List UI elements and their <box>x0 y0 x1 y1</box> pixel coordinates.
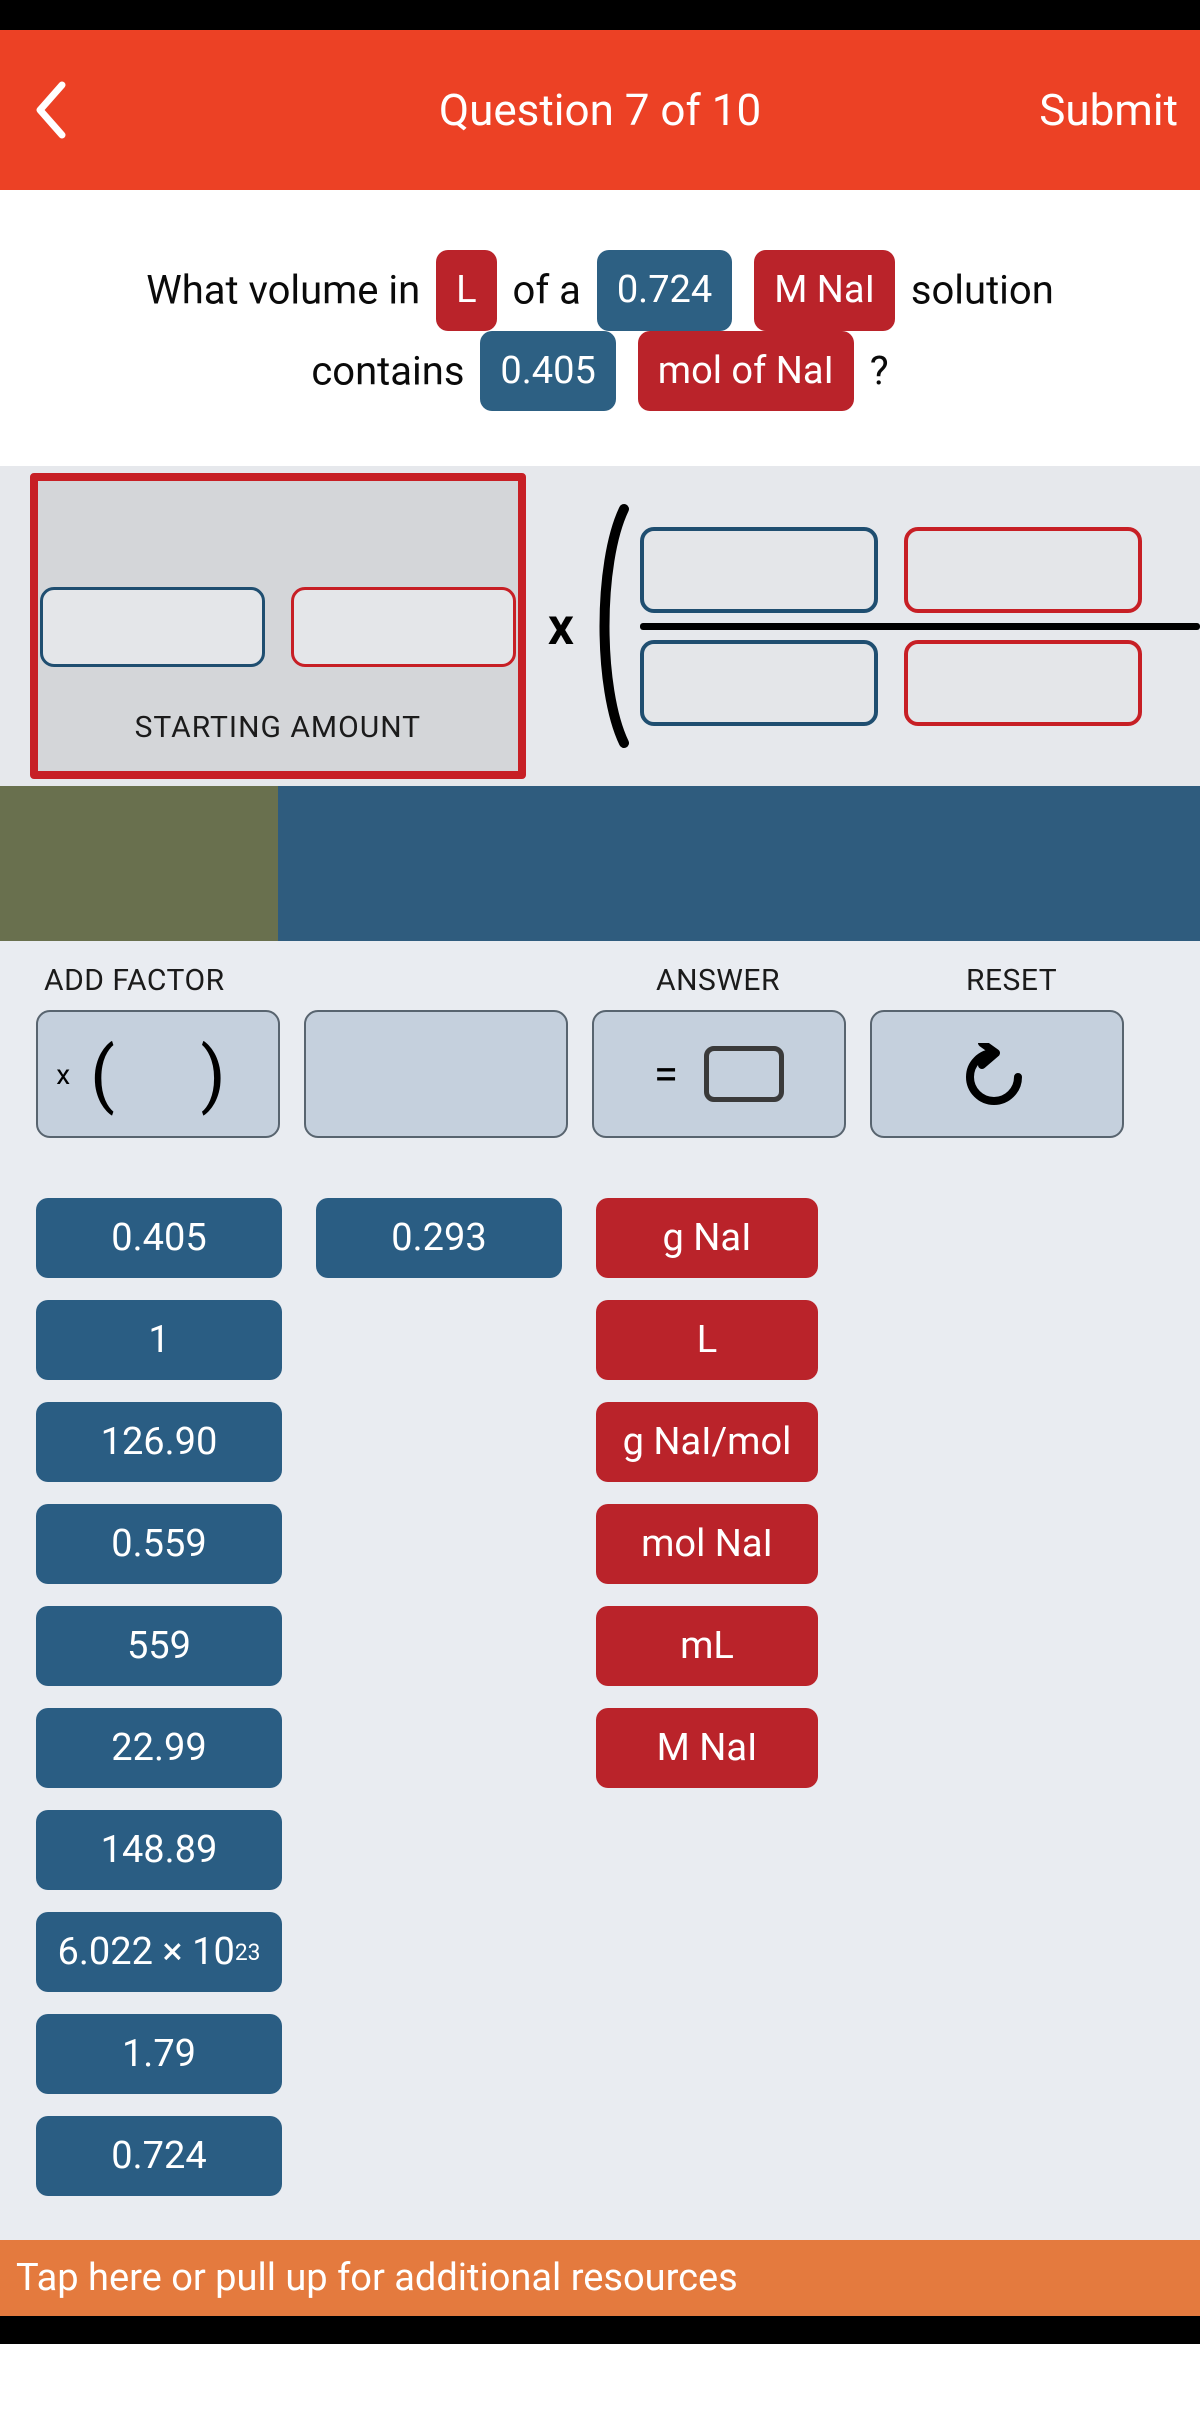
unit-choice-mL[interactable]: mL <box>596 1606 818 1686</box>
app-header: Question 7 of 10 Submit <box>0 30 1200 190</box>
factor-top-unit-slot[interactable] <box>904 527 1142 613</box>
starting-amount-card[interactable]: STARTING AMOUNT <box>30 473 526 779</box>
open-paren-icon <box>594 503 630 749</box>
value-choice-1-79[interactable]: 1.79 <box>36 2014 282 2094</box>
times-symbol: x <box>548 596 574 657</box>
reset-button[interactable] <box>870 1010 1124 1138</box>
tool-labels: ADD FACTOR ANSWER RESET <box>36 963 1164 998</box>
value-choice-6-022-10-23[interactable]: 6.022 × 1023 <box>36 1912 282 1992</box>
unit-choice-mol-NaI[interactable]: mol NaI <box>596 1504 818 1584</box>
factor-preview-box[interactable] <box>304 1010 568 1138</box>
unit-choice-L[interactable]: L <box>596 1300 818 1380</box>
factor-bottom-value-slot[interactable] <box>640 640 878 726</box>
choice-col-units: g NaI Lg NaI/mol mol NaI mL M NaI <box>596 1198 818 1788</box>
chip-compound-molNaI: mol of NaI <box>638 331 854 411</box>
value-choice-22-99[interactable]: 22.99 <box>36 1708 282 1788</box>
chevron-left-icon <box>32 80 72 140</box>
chip-moles: 0.405 <box>480 331 615 411</box>
value-choice-559[interactable]: 559 <box>36 1606 282 1686</box>
unit-choice-g-NaI-mol[interactable]: g NaI/mol <box>596 1402 818 1482</box>
choice-col-values-1: 0.405 1 126.90 0.559 559 22.99 148.89 6.022 × 1… <box>36 1198 282 2196</box>
nav-bar <box>0 2316 1200 2344</box>
label-add-factor: ADD FACTOR <box>44 963 336 998</box>
undo-icon <box>962 1043 1032 1105</box>
q-t1: What volume in <box>146 266 420 313</box>
factor-bottom-unit-slot[interactable] <box>904 640 1142 726</box>
equation-footer-rest <box>278 786 1200 941</box>
fraction-bar <box>640 623 1200 630</box>
times-small-icon: x <box>56 1058 70 1091</box>
starting-unit-slot[interactable] <box>291 587 516 667</box>
value-choice-126-90[interactable]: 126.90 <box>36 1402 282 1482</box>
label-reset: RESET <box>896 963 1156 998</box>
add-factor-button[interactable]: x ( ) <box>36 1010 280 1138</box>
conversion-factor[interactable] <box>640 503 1200 749</box>
chip-unit-L: L <box>436 250 496 330</box>
parentheses-icon: ( ) <box>78 1032 260 1117</box>
answer-blank-icon <box>704 1046 784 1102</box>
equation-row: STARTING AMOUNT x <box>0 466 1200 786</box>
chip-molarity: 0.724 <box>597 250 732 330</box>
q-t4: contains <box>311 347 464 394</box>
equation-footer-bar <box>0 786 1200 941</box>
unit-choice-M-NaI[interactable]: M NaI <box>596 1708 818 1788</box>
value-choice-148-89[interactable]: 148.89 <box>36 1810 282 1890</box>
back-button[interactable] <box>22 80 82 140</box>
submit-button[interactable]: Submit <box>1039 84 1178 136</box>
chip-compound-MNaI: M NaI <box>754 250 895 330</box>
question-text: What volume in L of a 0.724 M NaI soluti… <box>0 190 1200 466</box>
q-t3: solution <box>911 266 1054 313</box>
answer-button[interactable]: = <box>592 1010 846 1138</box>
value-choice-0-405[interactable]: 0.405 <box>36 1198 282 1278</box>
tools-region: ADD FACTOR ANSWER RESET x ( ) = 0.405 1 12… <box>0 941 1200 2240</box>
label-answer: ANSWER <box>596 963 896 998</box>
choice-col-values-2: 0.293 <box>316 1198 562 1278</box>
value-choice-0-559[interactable]: 0.559 <box>36 1504 282 1584</box>
value-choice-0-293[interactable]: 0.293 <box>316 1198 562 1278</box>
resources-handle[interactable]: Tap here or pull up for additional resou… <box>0 2240 1200 2316</box>
resources-handle-label: Tap here or pull up for additional resou… <box>16 2256 738 2300</box>
unit-choice-g-NaI[interactable]: g NaI <box>596 1198 818 1278</box>
value-choice-0-724[interactable]: 0.724 <box>36 2116 282 2196</box>
q-t2: of a <box>513 266 581 313</box>
q-t5: ? <box>870 347 889 394</box>
status-bar <box>0 0 1200 30</box>
value-choice-1[interactable]: 1 <box>36 1300 282 1380</box>
choice-grid: 0.405 1 126.90 0.559 559 22.99 148.89 6.022 × 1… <box>36 1138 1164 2240</box>
equals-icon: = <box>654 1048 678 1100</box>
starting-amount-label: STARTING AMOUNT <box>135 710 422 745</box>
starting-value-slot[interactable] <box>40 587 265 667</box>
factor-top-value-slot[interactable] <box>640 527 878 613</box>
equation-footer-highlight <box>0 786 278 941</box>
page-title: Question 7 of 10 <box>0 84 1200 136</box>
